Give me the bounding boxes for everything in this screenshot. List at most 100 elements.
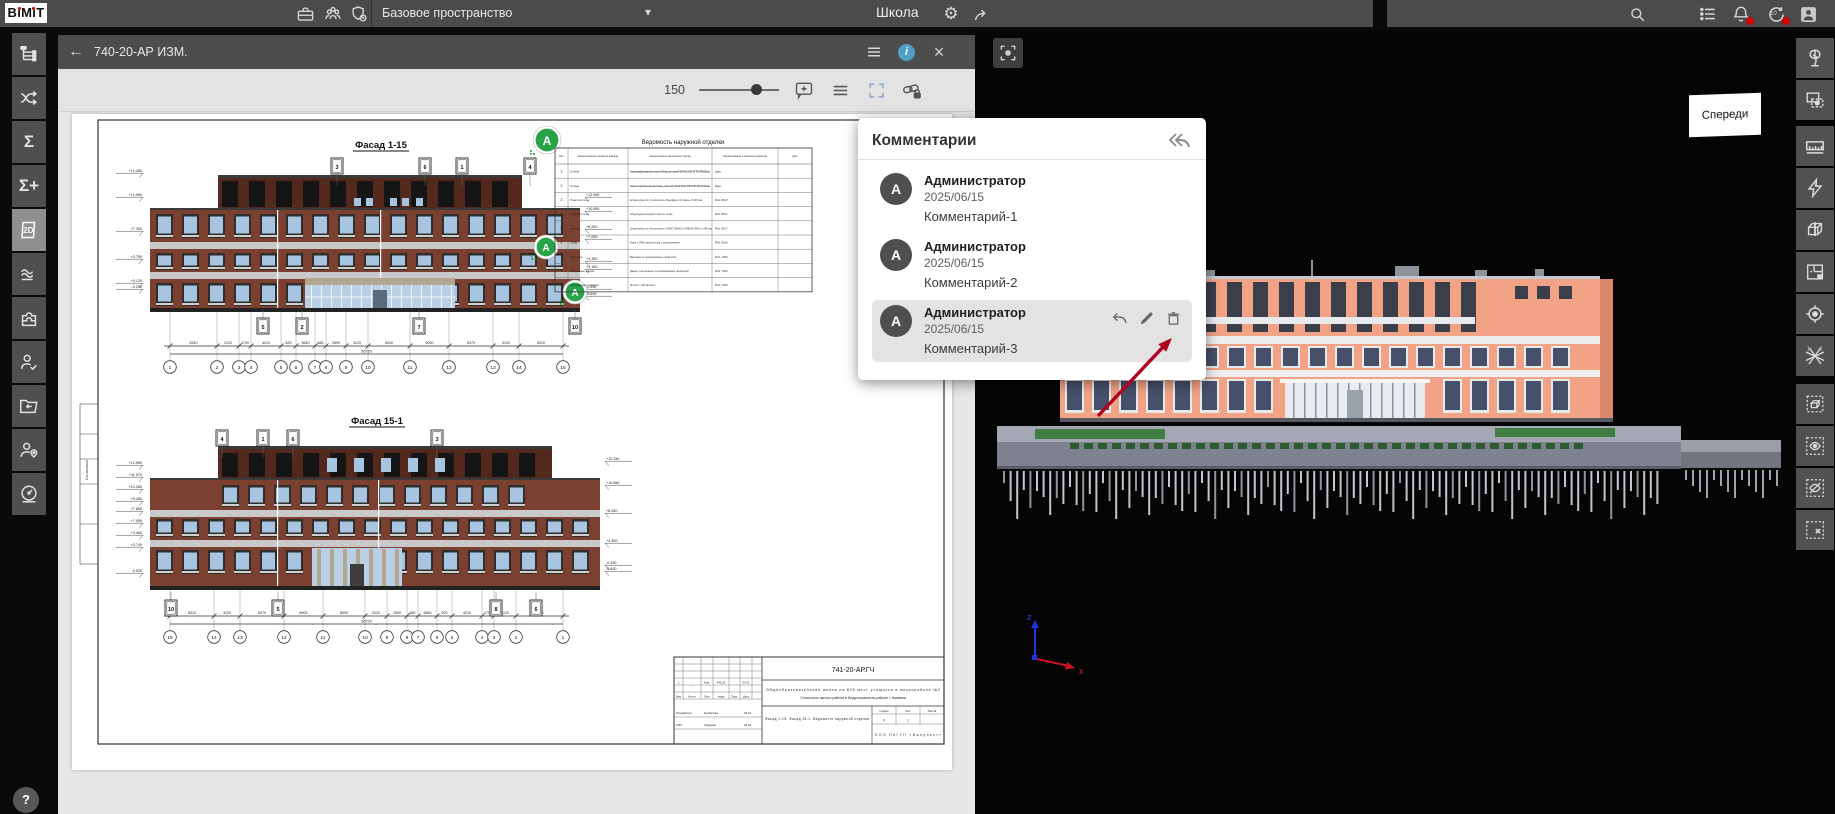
sidebar-item-plugins[interactable] <box>12 297 46 339</box>
sidebar-item-measure[interactable] <box>1796 126 1834 166</box>
info-icon[interactable]: i <box>898 44 915 61</box>
comment-author: Администратор <box>924 173 1026 189</box>
sidebar-item-selection-box[interactable] <box>1796 384 1834 424</box>
folder-share-icon <box>18 395 40 417</box>
svg-text:RAL 8017: RAL 8017 <box>715 198 728 202</box>
share-icon[interactable] <box>970 3 992 25</box>
drawing-sheet[interactable]: Согласовано Фасад 1-15 <box>72 114 952 770</box>
svg-text:1: 1 <box>261 437 264 443</box>
collapse-panel-icon[interactable] <box>1166 130 1192 152</box>
svg-text:Наименование и окраска элемент: Наименование и окраска элементов <box>723 154 767 158</box>
chevron-down-icon[interactable]: ▾ <box>645 5 651 19</box>
edit-pencil-icon[interactable] <box>1138 310 1155 327</box>
sidebar-item-grids-axes[interactable]: 12 <box>1796 336 1834 376</box>
sidebar-item-dashboard[interactable] <box>12 473 46 515</box>
tree-structure-icon <box>18 43 40 65</box>
zoom-slider[interactable] <box>699 83 779 97</box>
comment-item[interactable]: AАдминистратор2025/06/15Комментарий-3 <box>872 300 1192 362</box>
comment-date: 2025/06/15 <box>924 322 1026 337</box>
history-icon[interactable]: 10 <box>1765 3 1787 25</box>
svg-text:6000: 6000 <box>340 611 348 615</box>
sidebar-item-model-tree[interactable] <box>12 33 46 75</box>
projects-briefcase-icon[interactable] <box>294 3 316 25</box>
sidebar-item-export[interactable] <box>12 385 46 427</box>
user-avatar-icon[interactable] <box>1797 3 1819 25</box>
shuffle-icon <box>18 87 40 109</box>
tasks-list-icon[interactable] <box>1697 3 1719 25</box>
settings-gear-icon[interactable]: ⚙ <box>940 3 962 25</box>
fit-screen-icon[interactable] <box>865 79 887 101</box>
back-arrow-icon[interactable]: ← <box>68 43 84 61</box>
svg-text:1: 1 <box>678 681 680 685</box>
svg-text:3120: 3120 <box>502 341 510 345</box>
sidebar-item-hide-selected[interactable] <box>1796 468 1834 508</box>
reply-icon[interactable] <box>1111 310 1128 327</box>
workspace-selector[interactable]: Базовое пространство <box>382 6 512 20</box>
view-cube-front-label[interactable]: Спереди <box>1689 93 1761 138</box>
comment-text: Комментарий-2 <box>924 275 1026 291</box>
sidebar-item-charts[interactable] <box>12 253 46 295</box>
sheet-list-icon[interactable] <box>864 42 884 62</box>
sidebar-item-summary[interactable]: Σ <box>12 121 46 163</box>
svg-text:-0.450: -0.450 <box>606 561 616 565</box>
notifications-bell-icon[interactable] <box>1730 3 1752 25</box>
viewer-toolbar: 150 <box>58 69 975 112</box>
sidebar-item-environment[interactable] <box>1796 38 1834 78</box>
svg-text:Витражи: Витражи <box>570 255 583 259</box>
comment-item[interactable]: AАдминистратор2025/06/15Комментарий-1 <box>872 168 1192 230</box>
add-comment-icon[interactable] <box>793 79 815 101</box>
svg-text:Поз.: Поз. <box>559 154 564 158</box>
layers-list-icon[interactable] <box>829 79 851 101</box>
sidebar-item-approvals[interactable] <box>12 341 46 383</box>
svg-text:3120: 3120 <box>224 341 232 345</box>
sidebar-item-clear-selection[interactable] <box>1796 510 1834 550</box>
gauge-icon <box>18 483 40 505</box>
svg-text:Изм: Изм <box>676 695 681 699</box>
zoom-slider-knob[interactable] <box>751 84 762 95</box>
delete-trash-icon[interactable] <box>1165 310 1182 327</box>
sidebar-item-focus[interactable] <box>1796 294 1834 334</box>
svg-text:Металл «Профлист»: Металл «Профлист» <box>630 283 656 287</box>
sidebar-item-section-box[interactable] <box>1796 210 1834 250</box>
sidebar-item-summary-add[interactable]: Σ+ <box>12 165 46 207</box>
svg-text:3: 3 <box>335 165 338 171</box>
app-logo[interactable]: BiMiT <box>5 3 47 23</box>
section-cube-icon <box>1804 219 1826 241</box>
sidebar-item-user-location[interactable] <box>12 429 46 471</box>
sidebar-item-2d-documents[interactable]: 2D <box>12 209 46 251</box>
svg-text:Ведомость наружной отделки: Ведомость наружной отделки <box>642 139 725 146</box>
shield-access-icon[interactable] <box>348 3 370 25</box>
svg-text:RAL 8017: RAL 8017 <box>715 226 728 230</box>
svg-text:+4.350: +4.350 <box>606 539 617 543</box>
project-title: Школа <box>876 4 919 20</box>
sidebar-item-saved-views[interactable] <box>1796 80 1834 120</box>
sheet-side-stamp: Согласовано <box>80 404 98 564</box>
screenshot-camera-button[interactable] <box>993 38 1023 68</box>
close-icon[interactable]: × <box>929 42 949 62</box>
cube-dashed-icon <box>1804 393 1826 415</box>
sidebar-item-floor-plan[interactable] <box>1796 252 1834 292</box>
svg-text:11: 11 <box>408 365 413 371</box>
svg-text:6000: 6000 <box>300 611 308 615</box>
svg-text:5: 5 <box>261 325 264 331</box>
help-button[interactable]: ? <box>13 787 39 813</box>
sidebar-item-show-selected[interactable] <box>1796 426 1834 466</box>
svg-text:A: A <box>543 134 552 148</box>
drawing-canvas[interactable]: Согласовано Фасад 1-15 <box>58 112 975 814</box>
comment-item[interactable]: AАдминистратор2025/06/15Комментарий-2 <box>872 234 1192 296</box>
svg-text:3120: 3120 <box>372 611 380 615</box>
link-lock-icon[interactable] <box>901 79 923 101</box>
svg-text:Витражи из алюминиевых профиле: Витражи из алюминиевых профилей <box>630 255 677 259</box>
svg-text:+12.280: +12.280 <box>129 169 142 173</box>
tree-icon <box>1804 47 1826 69</box>
svg-text:3: 3 <box>238 365 241 371</box>
svg-text:z: z <box>1027 612 1032 622</box>
search-icon[interactable] <box>1626 3 1648 25</box>
team-users-icon[interactable] <box>322 3 344 25</box>
sidebar-item-clash[interactable] <box>12 77 46 119</box>
comment-author: Администратор <box>924 305 1026 321</box>
svg-text:15: 15 <box>560 365 566 371</box>
sidebar-item-clash-check[interactable] <box>1796 168 1834 208</box>
svg-text:7: 7 <box>417 325 420 331</box>
svg-text:-: - <box>692 681 693 685</box>
